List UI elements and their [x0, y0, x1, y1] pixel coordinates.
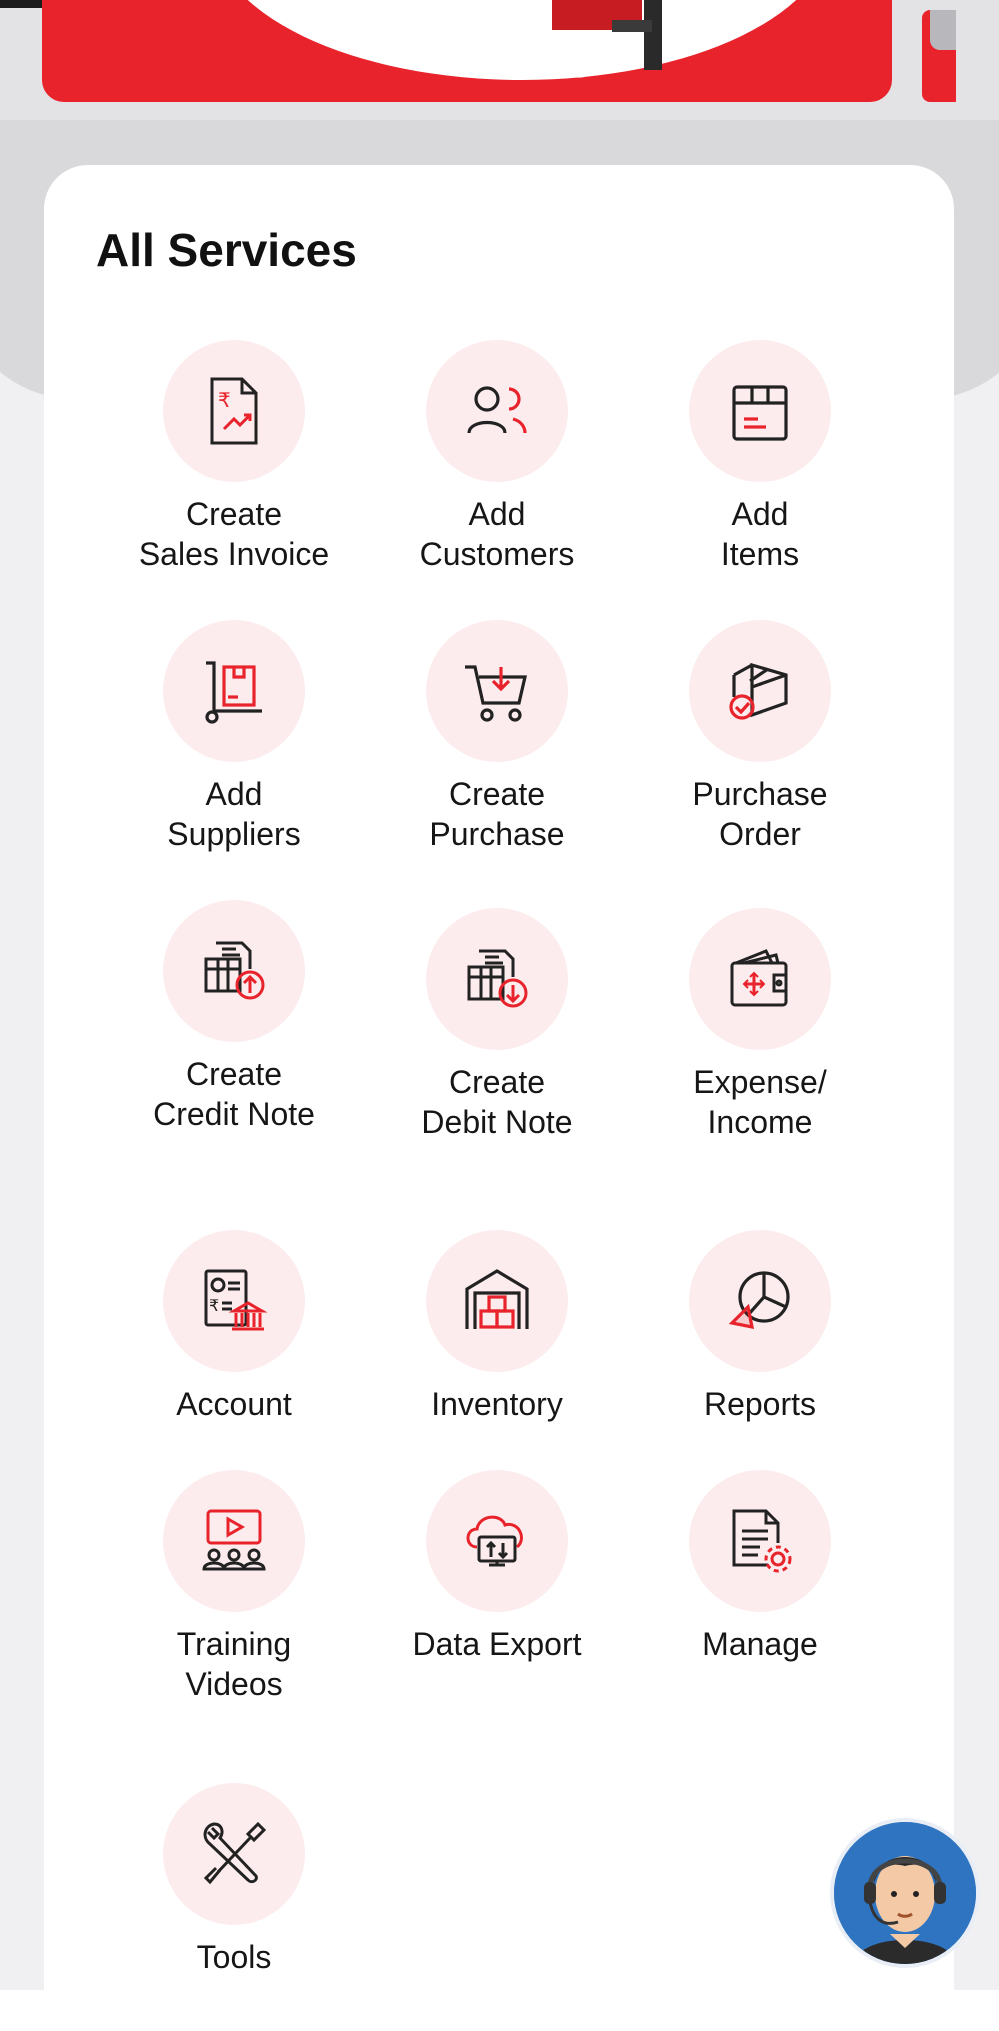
- promo-banner[interactable]: [42, 0, 892, 102]
- shopping-cart-icon: [465, 665, 528, 722]
- service-label: Inventory: [431, 1386, 563, 1422]
- items-box-icon: [732, 385, 788, 441]
- service-label: Create Debit Note: [421, 1064, 573, 1140]
- support-chat-button[interactable]: [830, 1818, 980, 1968]
- service-icon-circle: [689, 340, 831, 482]
- service-icon-circle: ₹: [163, 1230, 305, 1372]
- service-icon-circle: [689, 620, 831, 762]
- service-label: Account: [176, 1386, 292, 1422]
- service-icon-circle: [426, 620, 568, 762]
- package-check-icon: [729, 662, 788, 720]
- service-training-videos[interactable]: Training Videos: [114, 1470, 354, 1704]
- cloud-export-icon: [466, 1515, 523, 1567]
- service-icon-circle: [426, 908, 568, 1050]
- service-expense-income[interactable]: Expense/ Income: [640, 908, 880, 1142]
- service-icon-circle: [689, 908, 831, 1050]
- service-label: Add Items: [720, 496, 800, 572]
- credit-note-icon: [204, 941, 265, 1000]
- video-training-icon: [202, 1509, 266, 1571]
- service-create-sales-invoice[interactable]: ₹ Create Sales Invoice: [114, 340, 354, 574]
- service-label: Purchase Order: [692, 776, 828, 852]
- service-icon-circle: [689, 1470, 831, 1612]
- carousel-dot-1[interactable]: [484, 54, 508, 78]
- service-manage[interactable]: Manage: [640, 1470, 880, 1664]
- service-add-items[interactable]: Add Items: [640, 340, 880, 574]
- service-account[interactable]: ₹ Account: [114, 1230, 354, 1424]
- service-label: Create Sales Invoice: [138, 496, 330, 572]
- tools-icon: [203, 1821, 267, 1885]
- pie-chart-icon: [728, 1271, 790, 1330]
- document-gear-icon: [732, 1509, 792, 1573]
- service-purchase-order[interactable]: Purchase Order: [640, 620, 880, 854]
- customers-icon: [467, 386, 527, 434]
- service-create-purchase[interactable]: Create Purchase: [377, 620, 617, 854]
- service-label: Training Videos: [176, 1626, 292, 1702]
- service-icon-circle: [426, 1230, 568, 1372]
- support-agent-icon: [834, 1822, 976, 1964]
- service-icon-circle: [163, 900, 305, 1042]
- hand-trolley-icon: [205, 661, 262, 724]
- section-title: All Services: [96, 224, 357, 276]
- service-icon-circle: [163, 1783, 305, 1925]
- svg-text:₹: ₹: [218, 388, 231, 412]
- service-create-debit-note[interactable]: Create Debit Note: [377, 908, 617, 1142]
- service-label: Add Customers: [419, 496, 575, 572]
- service-icon-circle: ₹: [163, 340, 305, 482]
- service-create-credit-note[interactable]: Create Credit Note: [114, 900, 354, 1134]
- svg-text:₹: ₹: [209, 1296, 219, 1315]
- service-label: Expense/ Income: [693, 1064, 827, 1140]
- service-label: Manage: [702, 1626, 818, 1662]
- invoice-rupee-icon: ₹: [210, 377, 258, 445]
- service-icon-circle: [163, 620, 305, 762]
- service-tools[interactable]: Tools: [114, 1783, 354, 1977]
- service-label: Data Export: [412, 1626, 582, 1662]
- wallet-icon: [730, 949, 788, 1007]
- service-data-export[interactable]: Data Export: [377, 1470, 617, 1664]
- service-label: Create Credit Note: [153, 1056, 315, 1132]
- carousel-dot-3[interactable]: [568, 54, 592, 78]
- service-reports[interactable]: Reports: [640, 1230, 880, 1424]
- bank-account-icon: ₹: [204, 1269, 268, 1331]
- service-icon-circle: [689, 1230, 831, 1372]
- carousel-dot-2[interactable]: [526, 54, 550, 78]
- carousel-indicator: [484, 54, 592, 78]
- service-inventory[interactable]: Inventory: [377, 1230, 617, 1424]
- service-label: Reports: [703, 1386, 817, 1422]
- debit-note-icon: [467, 949, 528, 1008]
- service-icon-circle: [426, 1470, 568, 1612]
- service-label: Add Suppliers: [167, 776, 301, 852]
- service-icon-circle: [163, 1470, 305, 1612]
- service-add-customers[interactable]: Add Customers: [377, 340, 617, 574]
- service-icon-circle: [426, 340, 568, 482]
- service-add-suppliers[interactable]: Add Suppliers: [114, 620, 354, 854]
- next-banner-peek[interactable]: [922, 10, 956, 102]
- warehouse-icon: [465, 1269, 529, 1329]
- service-label: Create Purchase: [429, 776, 565, 852]
- all-services-card: All Services ₹ Create Sales Invoice Add …: [44, 165, 954, 2005]
- bottom-area: [0, 1990, 999, 2031]
- service-label: Tools: [196, 1939, 272, 1975]
